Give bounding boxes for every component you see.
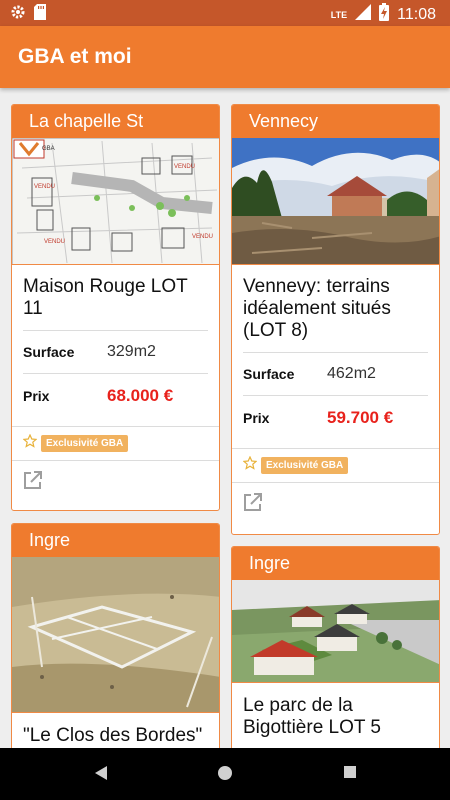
star-icon[interactable] xyxy=(242,455,258,475)
listing-card[interactable]: La chapelle St GBA VENDU VENDU VENDU VEN… xyxy=(11,104,220,511)
listing-photo[interactable] xyxy=(232,580,439,683)
network-type: LTE xyxy=(330,9,348,20)
price-label: Prix xyxy=(243,409,270,426)
price-row: Prix 68.000 € xyxy=(23,373,208,417)
listing-city: Ingre xyxy=(232,547,439,580)
vendu-label: VENDU xyxy=(44,239,65,245)
system-nav-bar xyxy=(0,748,450,800)
listing-card[interactable]: Ingre Le parc de la Bigottière LOT 5 xyxy=(231,546,440,748)
listing-photo[interactable]: GBA VENDU VENDU VENDU VENDU xyxy=(12,138,219,265)
listing-title: Maison Rouge LOT 11 xyxy=(23,276,188,319)
listing-photo[interactable] xyxy=(232,138,439,265)
listing-photo[interactable] xyxy=(12,557,219,713)
recents-icon[interactable] xyxy=(343,765,357,784)
home-icon[interactable] xyxy=(217,765,233,786)
listing-grid[interactable]: La chapelle St GBA VENDU VENDU VENDU VEN… xyxy=(0,88,450,748)
listing-card[interactable]: Ingre "Le Clos des Bordes" xyxy=(11,523,220,748)
exclusivity-badge: Exclusivité GBA xyxy=(41,435,129,452)
surface-row: Surface 462m2 xyxy=(243,352,428,395)
battery-icon xyxy=(379,3,390,26)
vendu-label: VENDU xyxy=(192,234,213,240)
listing-title: Vennevy: terrains idéalement situés (LOT… xyxy=(243,276,391,341)
surface-value: 329m2 xyxy=(107,343,156,360)
listing-title: Le parc de la Bigottière LOT 5 xyxy=(243,695,382,738)
share-icon[interactable] xyxy=(22,471,44,495)
price-value: 59.700 € xyxy=(327,407,394,427)
status-bar: LTE 11:08 xyxy=(0,0,450,26)
clock: 11:08 xyxy=(397,5,436,23)
listing-city: Ingre xyxy=(12,524,219,557)
signal-icon xyxy=(355,4,372,25)
back-icon[interactable] xyxy=(94,765,108,786)
price-label: Prix xyxy=(23,387,50,404)
badge-row: Exclusivité GBA xyxy=(232,448,439,482)
share-row xyxy=(232,482,439,526)
share-row xyxy=(12,460,219,504)
share-icon[interactable] xyxy=(242,493,264,517)
listing-city: La chapelle St xyxy=(12,105,219,138)
listing-title: "Le Clos des Bordes" xyxy=(23,725,203,746)
plan-logo-text: GBA xyxy=(42,146,55,152)
surface-label: Surface xyxy=(23,344,75,360)
vendu-label: VENDU xyxy=(34,184,55,190)
exclusivity-badge: Exclusivité GBA xyxy=(261,457,349,474)
star-icon[interactable] xyxy=(22,433,38,453)
app-bar: GBA et moi xyxy=(0,26,450,88)
price-row: Prix 59.700 € xyxy=(243,395,428,439)
sd-card-icon xyxy=(34,4,46,25)
price-value: 68.000 € xyxy=(107,385,174,405)
vendu-label: VENDU xyxy=(174,164,195,170)
surface-row: Surface 329m2 xyxy=(23,330,208,373)
badge-row: Exclusivité GBA xyxy=(12,426,219,460)
app-title: GBA et moi xyxy=(18,45,132,68)
surface-label: Surface xyxy=(243,366,295,382)
gear-icon xyxy=(10,4,26,25)
listing-card[interactable]: Vennecy Vennevy: terrains idéalement sit… xyxy=(231,104,440,535)
surface-value: 462m2 xyxy=(327,365,376,382)
listing-city: Vennecy xyxy=(232,105,439,138)
